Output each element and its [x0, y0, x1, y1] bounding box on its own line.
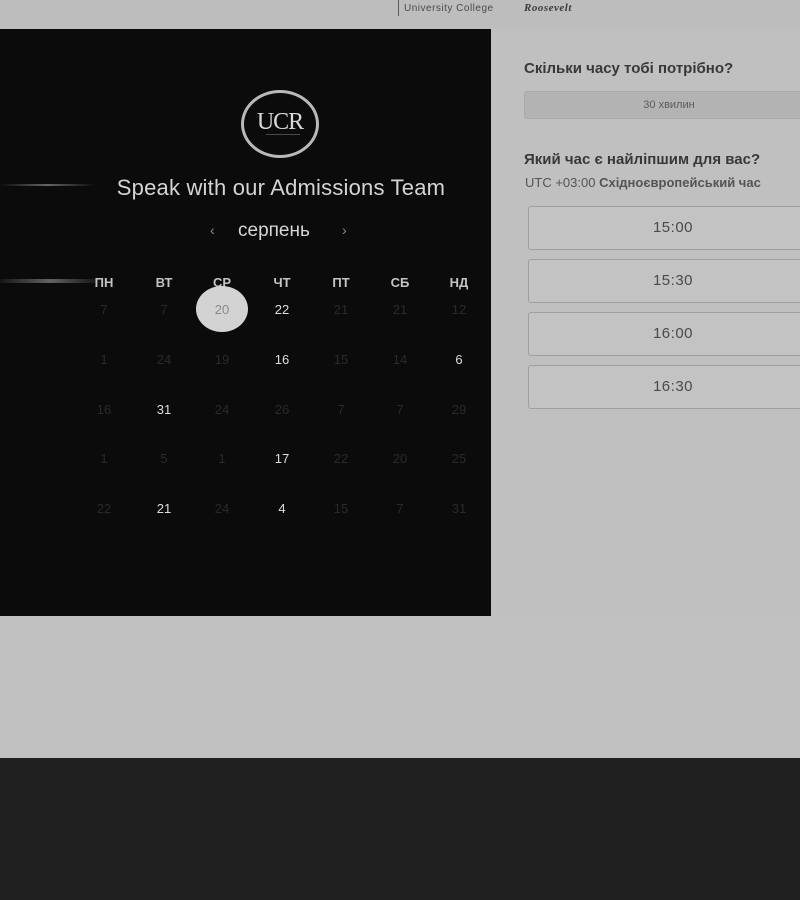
timezone-label[interactable]: UTC +03:00 Східноєвропейський час [525, 175, 761, 190]
calendar-day[interactable]: 31 [144, 402, 184, 417]
time-slot-button[interactable]: 16:00 [528, 312, 800, 356]
calendar-day: 5 [160, 451, 168, 466]
calendar-day[interactable]: 4 [262, 501, 302, 516]
brand-name: University College [404, 3, 494, 14]
calendar-day: 7 [100, 302, 108, 317]
selected-day[interactable]: 20 [202, 302, 242, 317]
calendar-day: 21 [333, 302, 349, 317]
calendar-day: 19 [214, 352, 230, 367]
calendar-day: 1 [100, 451, 108, 466]
calendar-heading: Speak with our Admissions Team [116, 175, 446, 200]
timezone-name: Східноєвропейський час [599, 175, 761, 190]
time-slot-button[interactable]: 15:00 [528, 206, 800, 250]
calendar-day: 15 [333, 501, 349, 516]
calendar-day: 7 [160, 302, 168, 317]
weekday-sun: НД [449, 275, 469, 290]
calendar-day[interactable]: 17 [262, 451, 302, 466]
top-bar: University College Roosevelt [0, 0, 800, 29]
calendar-day[interactable]: 16 [262, 352, 302, 367]
calendar-day: 15 [333, 352, 349, 367]
calendar-day: 1 [100, 352, 108, 367]
time-slot-button[interactable]: 16:30 [528, 365, 800, 409]
calendar-day: 21 [392, 302, 408, 317]
ucr-logo: UCR [241, 90, 319, 158]
time-slot-button[interactable]: 15:30 [528, 259, 800, 303]
calendar-day: 1 [218, 451, 226, 466]
weekday-fri: ПТ [332, 275, 350, 290]
calendar-day: 25 [451, 451, 467, 466]
duration-selector[interactable]: 30 хвилин [524, 91, 800, 119]
weekday-mon: ПН [94, 275, 114, 290]
weekday-sat: СБ [390, 275, 410, 290]
calendar-day: 24 [214, 402, 230, 417]
calendar-day: 7 [337, 402, 345, 417]
month-navigation: ‹ серпень › [200, 216, 362, 246]
logo-text: UCR [256, 109, 304, 135]
booking-panel: Скільки часу тобі потрібно? 30 хвилин Як… [491, 29, 800, 616]
calendar-panel: UCR Speak with our Admissions Team ‹ сер… [0, 29, 491, 616]
chevron-right-icon[interactable]: › [342, 222, 347, 238]
weekday-thu: ЧТ [273, 275, 291, 290]
calendar-day: 7 [396, 501, 404, 516]
calendar-day: 12 [451, 302, 467, 317]
calendar-day[interactable]: 22 [262, 302, 302, 317]
time-question: Який час є найліпшим для вас? [524, 151, 761, 168]
calendar-day: 24 [214, 501, 230, 516]
page-footer [0, 758, 800, 900]
calendar-day: 26 [274, 402, 290, 417]
timezone-offset: UTC +03:00 [525, 175, 596, 190]
duration-question: Скільки часу тобі потрібно? [524, 60, 734, 77]
weekday-tue: ВТ [155, 275, 173, 290]
calendar-day: 22 [96, 501, 112, 516]
calendar-day[interactable]: 6 [439, 352, 479, 367]
calendar-day[interactable]: 21 [144, 501, 184, 516]
brand-divider [398, 0, 399, 16]
calendar-day: 31 [451, 501, 467, 516]
brand-name-italic: Roosevelt [524, 2, 572, 14]
calendar-day: 29 [451, 402, 467, 417]
calendar-day: 24 [156, 352, 172, 367]
calendar-day: 16 [96, 402, 112, 417]
calendar-day: 14 [392, 352, 408, 367]
month-label: серпень [238, 220, 310, 241]
chevron-left-icon[interactable]: ‹ [210, 222, 215, 238]
calendar-day: 7 [396, 402, 404, 417]
calendar-day: 22 [333, 451, 349, 466]
calendar-day: 20 [392, 451, 408, 466]
